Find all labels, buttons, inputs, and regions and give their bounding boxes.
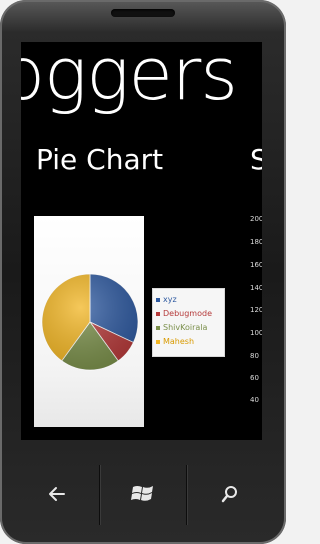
start-button[interactable] xyxy=(96,463,190,525)
y-axis-tick: 60 xyxy=(250,374,259,382)
app-screen[interactable]: oggers Pie Chart S xyz Debugmode ShivKoi… xyxy=(21,42,262,440)
legend-item: Debugmode xyxy=(156,307,221,321)
search-icon xyxy=(221,486,237,503)
y-axis-tick: 160 xyxy=(250,261,262,269)
legend-swatch xyxy=(156,326,160,330)
back-arrow-icon xyxy=(49,487,65,501)
pie-chart-panel xyxy=(34,216,144,427)
legend-item: ShivKoirala xyxy=(156,321,221,335)
legend-swatch xyxy=(156,298,160,302)
y-axis-tick: 40 xyxy=(250,396,259,404)
next-section-header: S xyxy=(250,143,262,176)
y-axis-tick: 200 xyxy=(250,215,262,223)
y-axis-tick: 180 xyxy=(250,238,262,246)
legend-label: xyz xyxy=(163,295,177,304)
search-button[interactable] xyxy=(183,463,277,525)
y-axis-tick: 120 xyxy=(250,306,262,314)
hardware-nav-bar xyxy=(0,459,286,544)
legend-label: Mahesh xyxy=(163,337,195,346)
phone-frame: oggers Pie Chart S xyz Debugmode ShivKoi… xyxy=(0,0,286,544)
legend-item: xyz xyxy=(156,293,221,307)
legend-label: Debugmode xyxy=(163,309,212,318)
y-axis-tick: 80 xyxy=(250,352,259,360)
pie-chart xyxy=(41,273,139,371)
speaker-grille xyxy=(111,9,175,17)
pie-legend: xyz Debugmode ShivKoirala Mahesh xyxy=(152,288,225,357)
back-button[interactable] xyxy=(10,463,104,525)
y-axis-tick: 100 xyxy=(250,329,262,337)
pie-chart-header: Pie Chart xyxy=(36,143,164,176)
legend-swatch xyxy=(156,312,160,316)
windows-logo-icon xyxy=(131,486,153,501)
panorama-title: oggers xyxy=(21,42,238,116)
legend-swatch xyxy=(156,340,160,344)
legend-item: Mahesh xyxy=(156,335,221,349)
y-axis-tick: 140 xyxy=(250,284,262,292)
legend-label: ShivKoirala xyxy=(163,323,208,332)
